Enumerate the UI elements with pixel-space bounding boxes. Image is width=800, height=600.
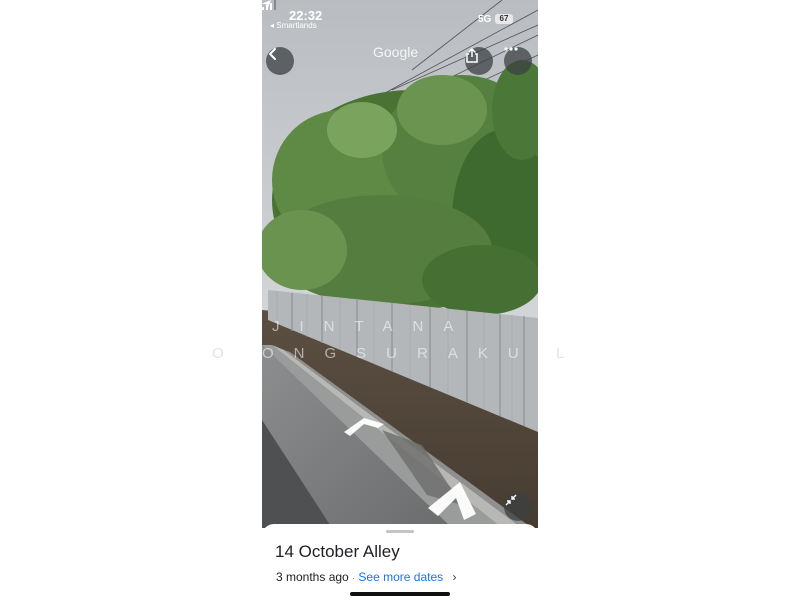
street-scene <box>262 0 538 528</box>
navigation-arrow-forward-icon[interactable] <box>424 480 482 524</box>
watermark-right-glyph: L <box>556 345 565 362</box>
more-options-button[interactable] <box>504 47 532 75</box>
phone-screen: JINTANA ONGSURAKUL 22:32 ◂ Smartlands 5G… <box>262 0 538 600</box>
chevron-left-icon <box>269 48 276 60</box>
back-to-app-link[interactable]: ◂ Smartlands <box>270 21 317 30</box>
battery-indicator: 67 <box>495 14 513 24</box>
street-view-panorama[interactable]: JINTANA ONGSURAKUL 22:32 ◂ Smartlands 5G… <box>262 0 538 528</box>
share-button[interactable] <box>465 47 493 75</box>
place-title: 14 October Alley <box>275 542 400 561</box>
status-bar: 22:32 ◂ Smartlands 5G 67 <box>262 0 538 34</box>
navigation-arrow-back-icon[interactable] <box>342 414 386 438</box>
capture-age: 3 months ago <box>276 570 349 584</box>
collapse-icon <box>505 494 517 506</box>
cellular-signal-icon <box>262 0 276 10</box>
share-icon <box>466 48 478 63</box>
separator-dot: · <box>352 573 356 583</box>
watermark-left-glyph: O <box>212 345 224 362</box>
collapse-view-button[interactable] <box>504 493 532 521</box>
sheet-grabber[interactable] <box>386 530 414 533</box>
watermark-line-1: JINTANA <box>272 318 474 335</box>
home-indicator[interactable] <box>350 592 450 596</box>
see-more-dates-link[interactable]: See more dates <box>358 570 443 584</box>
capture-date-row: 3 months ago · See more dates › <box>276 570 456 584</box>
more-horizontal-icon <box>504 47 518 51</box>
network-type: 5G <box>478 14 492 25</box>
place-info-sheet[interactable]: 14 October Alley 3 months ago · See more… <box>262 524 538 600</box>
back-button[interactable] <box>266 47 294 75</box>
watermark-line-2: ONGSURAKUL <box>262 345 538 362</box>
google-logo-text: Google <box>373 44 419 60</box>
chevron-right-icon[interactable]: › <box>452 570 456 584</box>
